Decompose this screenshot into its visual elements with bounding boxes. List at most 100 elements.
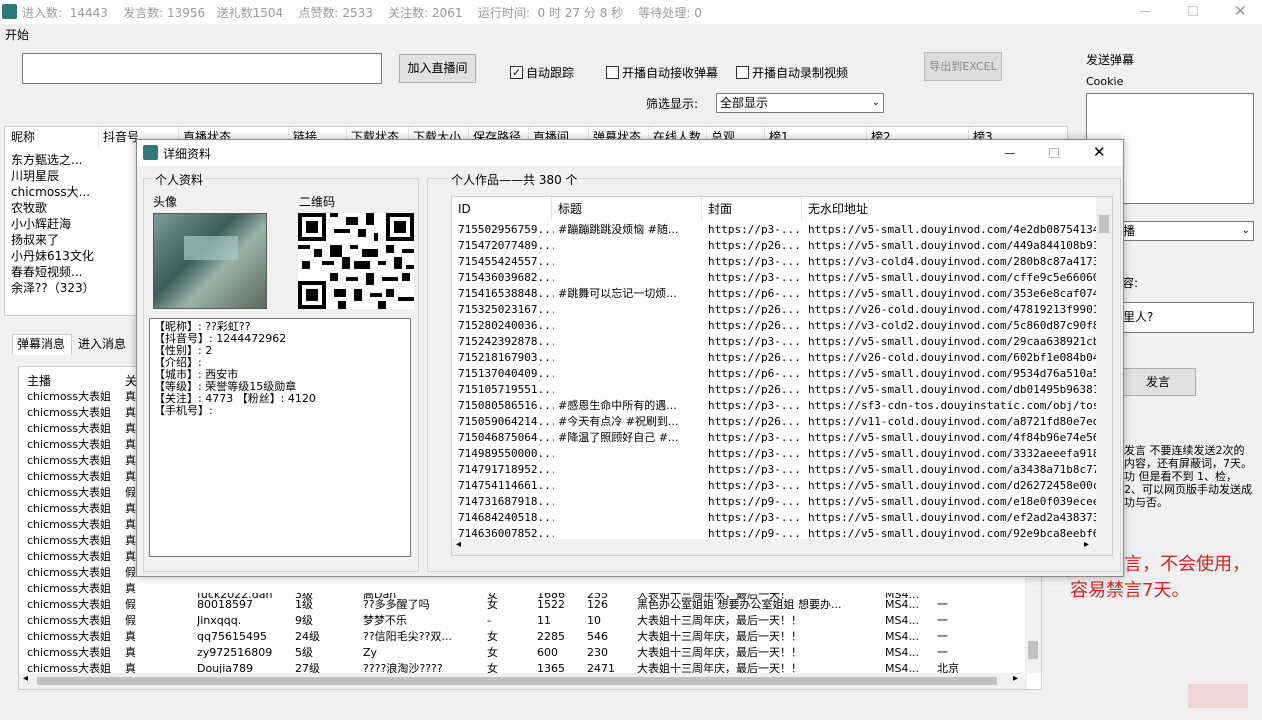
app-icon	[143, 145, 158, 160]
maximize-icon[interactable]	[1188, 6, 1198, 16]
minimize-icon[interactable]	[1140, 11, 1150, 12]
join-room-button[interactable]: 加入直播间	[399, 54, 476, 83]
table-cell: zy972516809	[197, 646, 273, 659]
works-row: 715455424557... https://p3-... https://v3-…	[452, 254, 1098, 270]
hint-text: 发言 不要连续发送2次的内容，还有屏蔽词，7天。功 但是看不到 1、检，2、可以…	[1124, 444, 1252, 509]
works-cell	[558, 270, 702, 286]
auto-danmu-checkbox[interactable]: 开播自动接收弹幕	[606, 64, 718, 81]
works-table[interactable]: ID 标题 封面 无水印地址 715502956759... #蹦蹦跳跳没烦恼 #随..…	[451, 196, 1113, 556]
works-cell	[558, 494, 702, 510]
works-scrollbar-v[interactable]	[1096, 197, 1112, 539]
works-cell: #感恩生命中所有的遇...	[558, 399, 677, 412]
works-cell: 714791718952...	[458, 463, 554, 476]
table-cell: 高Dan	[363, 593, 397, 601]
danmu-content-input[interactable]: 里人?	[1118, 302, 1254, 333]
table-cell: 真	[125, 630, 136, 643]
works-cell: https://p26...	[708, 351, 801, 364]
works-cell	[558, 462, 702, 478]
send-mode-select[interactable]: 播 ⌄	[1118, 221, 1254, 241]
scroll-left-icon[interactable]: ◂	[23, 673, 28, 684]
close-icon[interactable]: ✕	[1234, 2, 1247, 20]
dialog-titlebar: 详细资料 ✕	[137, 140, 1123, 166]
works-cell: https://p3-...	[708, 479, 801, 492]
works-cell: https://p3-...	[708, 335, 801, 348]
minimize-icon[interactable]	[1005, 153, 1015, 154]
works-cell: 715455424557...	[458, 255, 554, 268]
close-icon[interactable]: ✕	[1093, 143, 1106, 161]
qr-code	[298, 213, 414, 309]
scroll-right-icon[interactable]: ▸	[1013, 673, 1018, 684]
scroll-right-icon[interactable]: ▸	[1084, 539, 1089, 550]
checkbox-icon: ✓	[510, 66, 523, 79]
status-stats: 进入数: 14443 发言数: 13956 送礼数1504 点赞数: 2533 …	[22, 6, 702, 20]
works-cell: https://p3-...	[708, 431, 801, 444]
works-row: 715280240036... https://p26... https://v3-…	[452, 318, 1098, 334]
send-button[interactable]: 发言	[1120, 368, 1196, 396]
room-name: 川玥星辰	[11, 169, 60, 183]
auto-record-checkbox[interactable]: 开播自动录制视频	[736, 64, 848, 81]
table-cell: qq75615495	[197, 630, 267, 643]
works-cell: 715059064214...	[458, 415, 554, 428]
table-cell: MS4...	[885, 630, 919, 643]
works-cell: 715137040409...	[458, 367, 554, 380]
room-name: 东方甄选之...	[11, 153, 83, 167]
works-cell	[558, 302, 702, 318]
works-scrollbar-h[interactable]: ◂ ▸	[452, 539, 1112, 555]
works-row: 715472077489... https://p26... https://v5-…	[452, 238, 1098, 254]
works-col-header: 无水印地址	[802, 197, 1098, 221]
msg-header-anchor: 主播	[27, 374, 52, 388]
table-cell: chicmoss大表姐	[27, 566, 112, 579]
works-cell: https://p3-...	[708, 223, 801, 236]
works-cell	[558, 478, 702, 494]
room-name: 余泽??（323）	[11, 281, 95, 295]
works-cell: https://p26...	[708, 239, 801, 252]
works-cell: https://v3-cold2.douyinvod.com/5c860d87c…	[808, 319, 1096, 332]
table-cell: 5级	[295, 646, 313, 659]
works-cell: #跳舞可以忘记一切烦...	[558, 287, 677, 300]
room-name: chicmoss大...	[11, 185, 91, 199]
scroll-left-icon[interactable]: ◂	[456, 539, 461, 550]
room-url-input[interactable]	[22, 53, 382, 84]
works-cell	[558, 350, 702, 366]
maximize-icon[interactable]	[1049, 148, 1059, 158]
table-cell: Zy	[363, 646, 378, 659]
works-rows: 715502956759... #蹦蹦跳跳没烦恼 #随... https://p3-…	[452, 222, 1098, 540]
works-cell: 715325023167...	[458, 303, 554, 316]
works-cell: https://p26...	[708, 303, 801, 316]
app-icon	[2, 4, 17, 19]
profile-info-lines: 【昵称】: ??彩虹?? 【抖音号】: 1244472962 【性别】: 2 【介绍】…	[154, 321, 406, 393]
table-cell: chicmoss大表姐	[27, 470, 112, 483]
works-col-header: 标题	[552, 197, 702, 221]
table-cell: 梦梦不乐	[363, 614, 407, 627]
phone-line: 【手机号】:	[154, 404, 213, 417]
table-cell: 真	[125, 646, 136, 659]
works-cell: https://v5-small.douyinvod.com/e18e0f039…	[808, 495, 1096, 508]
auto-follow-checkbox[interactable]: ✓ 自动跟踪	[510, 64, 574, 81]
tab-danmu[interactable]: 弹幕消息	[12, 334, 72, 355]
works-cell	[558, 254, 702, 270]
room-name: 农牧歌	[11, 201, 48, 215]
tab-enter[interactable]: 进入消息	[74, 336, 126, 354]
table-cell: 一	[937, 614, 948, 627]
msg-scrollbar-h[interactable]: ◂ ▸	[19, 673, 1027, 689]
room-col-header: 昵称	[7, 127, 99, 147]
works-header: ID 标题 封面 无水印地址	[452, 197, 1098, 221]
table-cell: chicmoss大表姐	[27, 630, 112, 643]
works-row: 715416538848... #跳舞可以忘记一切烦... https://p6-.…	[452, 286, 1098, 302]
table-cell: MS4...	[885, 593, 919, 601]
works-cell: https://p3-...	[708, 463, 801, 476]
menu-start[interactable]: 开始	[5, 26, 29, 43]
title-bar: 进入数: 14443 发言数: 13956 送礼数1504 点赞数: 2533 …	[0, 0, 1262, 24]
works-cell: 715472077489...	[458, 239, 554, 252]
works-cell: https://p3-...	[708, 271, 801, 284]
filter-label: 筛选显示:	[646, 97, 699, 111]
works-cell: https://v11-cold.douyinvod.com/a8721fd80…	[808, 415, 1096, 428]
table-cell: 24级	[295, 630, 320, 643]
export-excel-button[interactable]: 导出到EXCEL	[924, 52, 1002, 81]
room-name: 小小辉赶海	[11, 217, 72, 231]
filter-select[interactable]: 全部显示 ⌄	[716, 93, 884, 113]
table-row-partial: fuck2022.dan 3级 高Dan 女 1686 255 大表姐十三周年庆，最后一天！…	[19, 593, 1029, 603]
table-cell: 假	[125, 614, 136, 627]
works-cell: 715080586516...	[458, 399, 554, 412]
works-row: 715218167903... https://p26... https://v26…	[452, 350, 1098, 366]
